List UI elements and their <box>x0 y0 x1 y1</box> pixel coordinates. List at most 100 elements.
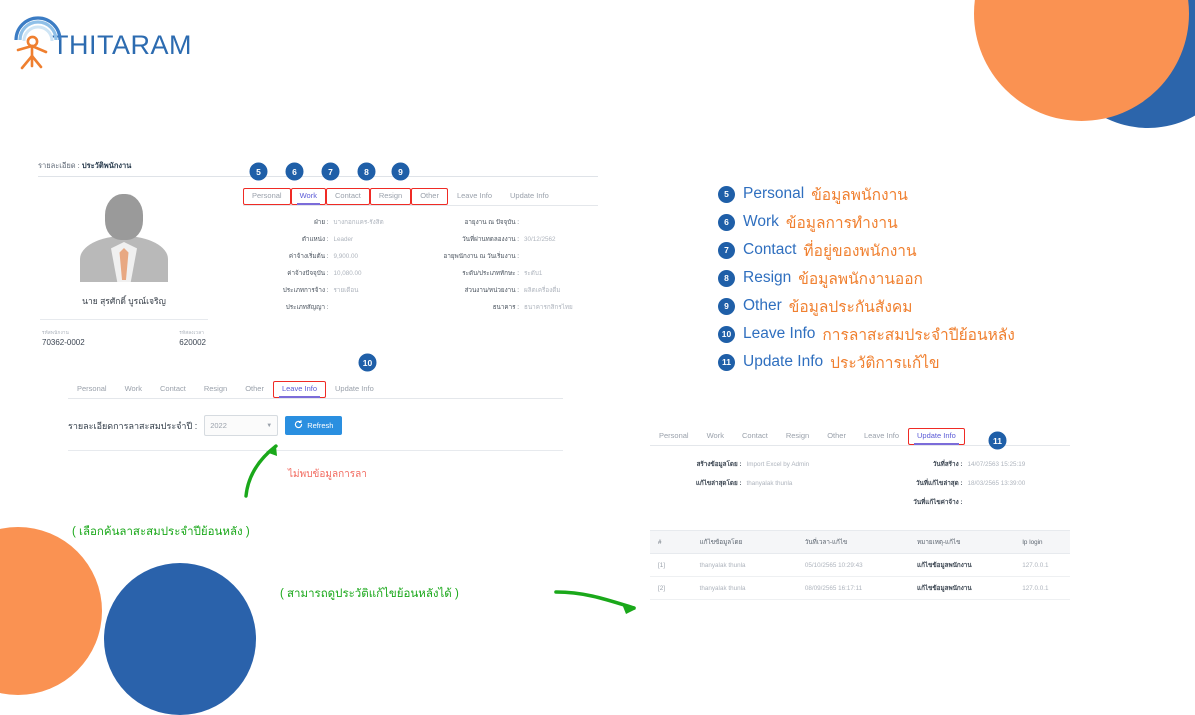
tab-leave-info[interactable]: Leave Info <box>855 428 908 445</box>
tab-update-info[interactable]: Update Info <box>326 381 383 398</box>
legend-label-en: Other <box>743 297 782 314</box>
field-value: ผลิตเครื่องดื่ม <box>524 287 561 294</box>
work-field: ประเภทการจ้าง : รายเดือน <box>243 285 408 302</box>
legend-list: 5 Personal ข้อมูลพนักงาน 6 Work ข้อมูลการทำงา… <box>718 180 1015 376</box>
tab-other[interactable]: Other <box>818 428 855 445</box>
legend-label-en: Leave Info <box>743 325 816 342</box>
update-field: แก้ไขล่าสุดโดย : thanyalak thunla <box>650 478 849 497</box>
tab-resign[interactable]: Resign <box>777 428 818 445</box>
field-value: Import Excel by Admin <box>746 461 810 468</box>
field-label: สร้างข้อมูลโดย : <box>696 461 742 468</box>
annotation-history-note: ( สามารถดูประวัติแก้ไขย้อนหลังได้ ) <box>280 588 459 600</box>
tab-contact[interactable]: Contact <box>325 188 370 205</box>
update-field: วันที่สร้าง : 14/07/2563 15:25:19 <box>871 459 1070 478</box>
table-row: [1] thanyalak thunla 05/10/2565 10:29:43 แก… <box>650 553 1070 577</box>
tab-personal[interactable]: Personal <box>243 188 291 205</box>
field-label: แก้ไขล่าสุดโดย : <box>695 480 742 487</box>
update-field <box>650 497 849 516</box>
field-label: ส่วนงาน/หน่วยงาน : <box>464 287 520 294</box>
refresh-icon <box>294 420 303 431</box>
time-code-value: 620002 <box>179 338 206 347</box>
row-note: แก้ไขข้อมูลพนักงาน <box>909 553 1015 577</box>
tab-work[interactable]: Work <box>698 428 733 445</box>
field-value: 18/03/2565 13:39:00 <box>967 480 1026 487</box>
field-label: วันที่ผ่านทดลองงาน : <box>462 236 520 243</box>
tab-leave-info[interactable]: Leave Info <box>272 381 326 398</box>
field-label: ค่าจ้างปัจจุบัน : <box>287 270 329 277</box>
tab-update-info[interactable]: Update Info <box>501 188 558 205</box>
legend-label-th: ข้อมูลการทำงาน <box>785 214 898 232</box>
legend-item: 10 Leave Info การลาสะสมประจำปีย้อนหลัง <box>718 320 1015 348</box>
field-label: ธนาคาร : <box>492 304 520 311</box>
work-field: ส่วนงาน/หน่วยงาน : ผลิตเครื่องดื่ม <box>434 285 599 302</box>
row-ip: 127.0.0.1 <box>1014 553 1070 577</box>
tab-resign[interactable]: Resign <box>369 188 412 205</box>
legend-item: 8 Resign ข้อมูลพนักงานออก <box>718 264 1015 292</box>
legend-badge: 9 <box>718 297 735 315</box>
work-field: ค่าจ้างปัจจุบัน : 10,080.00 <box>243 268 408 285</box>
legend-item: 9 Other ข้อมูลประกันสังคม <box>718 292 1015 320</box>
refresh-button[interactable]: Refresh <box>285 416 343 435</box>
step-badge-6: 6 <box>286 163 303 180</box>
profile-tabbar-region: Personal Work Contact Resign Other Leave Info… <box>243 188 598 319</box>
table-header-row: # แก้ไขข้อมูลโดย วันที่เวลา-แก้ไข หมายเหตุ-… <box>650 530 1070 554</box>
profile-tab-bar[interactable]: Personal Work Contact Resign Other Leave Info… <box>243 188 598 205</box>
work-field: ฝ่าย : บางกอกแคร-รังสิต <box>243 217 408 234</box>
field-label: วันที่แก้ไขล่าสุด : <box>916 480 963 487</box>
step-badge-5: 5 <box>250 163 267 180</box>
tab-other[interactable]: Other <box>236 381 273 398</box>
work-field: ระดับ/ประเภททักษะ : ระดับ1 <box>434 268 599 285</box>
row-note: แก้ไขข้อมูลพนักงาน <box>909 576 1015 600</box>
work-field: อายุงาน ณ ปัจจุบัน : <box>434 217 599 234</box>
legend-label-th: ข้อมูลพนักงาน <box>811 186 908 204</box>
leave-year-select[interactable]: 2022 ▼ <box>204 415 279 436</box>
update-history-table: # แก้ไขข้อมูลโดย วันที่เวลา-แก้ไข หมายเหตุ-… <box>650 530 1070 600</box>
work-field: ธนาคาร : ธนาคารกสิกรไทย <box>434 302 599 319</box>
employee-code-value: 70362-0002 <box>42 338 85 347</box>
field-value: 14/07/2563 15:25:19 <box>967 461 1026 468</box>
field-label: ฝ่าย : <box>314 219 329 226</box>
legend-label-en: Work <box>743 213 779 230</box>
legend-label-en: Update Info <box>743 353 824 370</box>
field-value: thanyalak thunla <box>746 480 793 487</box>
tab-contact[interactable]: Contact <box>733 428 777 445</box>
field-value: Leader <box>333 236 354 243</box>
work-field: ค่าจ้างเริ่มต้น : 9,900.00 <box>243 251 408 268</box>
breadcrumb-divider <box>38 176 598 177</box>
annotation-arrow-history <box>554 590 636 614</box>
leave-empty-message: ไม่พบข้อมูลการลา <box>288 469 367 480</box>
tab-other[interactable]: Other <box>411 188 448 205</box>
update-field: สร้างข้อมูลโดย : Import Excel by Admin <box>650 459 849 478</box>
field-label: อายุพนักงาน ณ วันเริ่มงาน : <box>443 253 520 260</box>
row-editor: thanyalak thunla <box>691 576 797 600</box>
profile-tab-divider <box>243 205 598 206</box>
table-column-header: Ip login <box>1014 530 1070 554</box>
field-label: ค่าจ้างเริ่มต้น : <box>288 253 329 260</box>
update-tab-divider <box>650 445 1070 446</box>
update-tab-bar[interactable]: Personal Work Contact Resign Other Leave Info… <box>650 428 1070 445</box>
tab-work[interactable]: Work <box>290 188 326 205</box>
field-value: บางกอกแคร-รังสิต <box>333 219 384 226</box>
annotation-leave-note: ( เลือกค้นลาสะสมประจำปีย้อนหลัง ) <box>72 526 250 538</box>
row-ip: 127.0.0.1 <box>1014 576 1070 600</box>
legend-item: 11 Update Info ประวัติการแก้ไข <box>718 348 1015 376</box>
tab-work[interactable]: Work <box>116 381 151 398</box>
update-field: วันที่แก้ไขล่าสุด : 18/03/2565 13:39:00 <box>871 478 1070 497</box>
tab-personal[interactable]: Personal <box>68 381 116 398</box>
update-detail-fields: สร้างข้อมูลโดย : Import Excel by Admin วัน… <box>650 459 1070 516</box>
table-column-header: แก้ไขข้อมูลโดย <box>691 530 797 554</box>
tab-update-info[interactable]: Update Info <box>908 428 965 445</box>
tab-leave-info[interactable]: Leave Info <box>448 188 501 205</box>
work-field: ประเภทสัญญา : <box>243 302 408 319</box>
field-value: 10,080.00 <box>333 270 362 277</box>
tab-resign[interactable]: Resign <box>195 381 236 398</box>
tab-personal[interactable]: Personal <box>650 428 698 445</box>
employee-name: นาย สุรศักดิ์ บูรณ์เจริญ <box>82 296 166 306</box>
breadcrumb: รายละเอียด : ประวัติพนักงาน <box>38 160 598 172</box>
legend-item: 7 Contact ที่อยู่ของพนักงาน <box>718 236 1015 264</box>
tab-contact[interactable]: Contact <box>151 381 195 398</box>
thitaram-parachute-icon <box>8 10 68 72</box>
leave-tab-bar[interactable]: Personal Work Contact Resign Other Leave Info… <box>68 381 563 398</box>
table-row: [2] thanyalak thunla 08/09/2565 16:17:11 แก… <box>650 576 1070 600</box>
employee-code-label: รหัสพนักงาน <box>42 330 70 335</box>
